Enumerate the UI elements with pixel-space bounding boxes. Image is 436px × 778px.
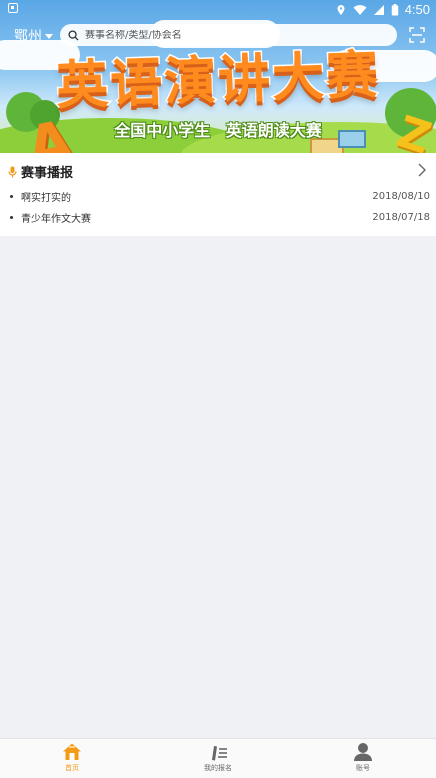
home-icon [63,743,81,760]
city-selector[interactable]: 鄂州 [14,26,53,46]
scan-icon[interactable] [409,27,425,43]
list-item[interactable]: 青少年作文大赛 2018/07/18 [10,209,430,225]
search-icon [68,29,79,41]
news-header: 赛事播报 [8,162,73,181]
edit-icon [212,746,227,761]
signal-icon [373,4,384,15]
chevron-right-icon[interactable] [416,163,428,177]
banner-subtitle: 全国中小学生 英语朗读大赛 [114,121,322,140]
banner[interactable]: A Z 英语演讲大赛 全国中小学生 英语朗读大赛 [0,0,436,153]
battery-icon [391,3,398,16]
news-item-title: 青少年作文大赛 [21,213,91,225]
tab-label: 首页 [65,764,79,772]
status-bar: 4:50 [0,0,436,20]
wifi-icon [353,4,367,15]
news-item-date: 2018/08/10 [372,190,430,202]
tab-label: 账号 [356,764,370,772]
location-icon [337,4,345,15]
tab-home[interactable]: 首页 [32,742,112,773]
city-label: 鄂州 [14,29,42,45]
microphone-icon [8,166,17,177]
bullet [10,215,13,219]
news-title: 赛事播报 [21,166,74,181]
news-item-date: 2018/07/18 [372,211,430,223]
notification-icon [8,3,18,13]
news-item-title: 啊实打实的 [21,192,71,204]
status-time: 4:50 [404,2,430,17]
user-icon [354,743,372,761]
search-input[interactable] [85,29,385,41]
news-section: 赛事播报 啊实打实的 2018/08/10 青少年作文大赛 2018/07/18 [0,153,436,236]
chevron-down-icon [45,33,53,39]
tab-account[interactable]: 账号 [323,742,403,773]
bullet [10,194,13,198]
tab-my-registration[interactable]: 我的报名 [178,742,258,773]
search-bar[interactable] [60,24,397,46]
bottom-tab-bar: 首页 我的报名 账号 [0,738,436,778]
tab-label: 我的报名 [204,764,232,772]
list-item[interactable]: 啊实打实的 2018/08/10 [10,188,430,204]
